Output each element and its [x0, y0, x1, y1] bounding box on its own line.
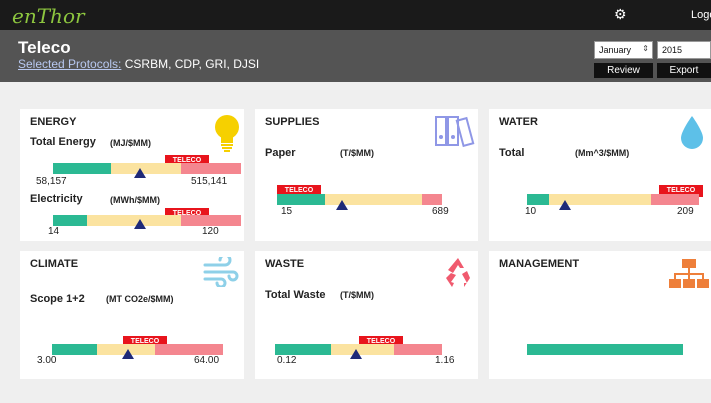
export-button[interactable]: Export: [657, 63, 711, 78]
range-min: 14: [48, 226, 60, 237]
metric-unit: (Mm^3/$MM): [575, 148, 630, 158]
month-select-value: January: [599, 45, 632, 55]
metric-label: Total Energy: [30, 136, 96, 148]
metric-unit: (MJ/$MM): [110, 138, 151, 148]
range-max: 1.16: [435, 355, 455, 366]
metric-label: Electricity: [30, 193, 83, 205]
range-min: 58,157: [36, 176, 67, 187]
range-max: 120: [202, 226, 219, 237]
waste-card[interactable]: WASTE Total Waste (T/$MM) TELECO 0.12 1.…: [255, 251, 478, 379]
gear-icon[interactable]: ⚙: [614, 6, 627, 23]
water-card[interactable]: WATER Total (Mm^3/$MM) TELECO 10 209: [489, 109, 711, 241]
climate-card[interactable]: CLIMATE Scope 1+2 (MT CO2e/$MM) TELECO 3…: [20, 251, 244, 379]
benchmark-marker: [134, 168, 146, 178]
range-min: 3.00: [37, 355, 57, 366]
range-bar: [277, 194, 442, 205]
benchmark-marker: [122, 349, 134, 359]
management-card[interactable]: MANAGEMENT: [489, 251, 711, 379]
lightbulb-icon: [215, 115, 239, 152]
range-min: 15: [281, 206, 293, 217]
range-bar: [53, 163, 241, 174]
selected-protocols: Selected Protocols: CSRBM, CDP, GRI, DJS…: [18, 57, 259, 71]
top-bar: [0, 0, 711, 30]
range-bar: [527, 194, 699, 205]
metric-label: Scope 1+2: [30, 293, 85, 305]
review-button[interactable]: Review: [594, 63, 653, 78]
benchmark-marker: [350, 349, 362, 359]
range-bar: [527, 344, 683, 355]
binders-icon: [435, 116, 475, 147]
card-title: WATER: [499, 116, 538, 128]
year-select[interactable]: 2015: [657, 41, 711, 59]
metric-label: Paper: [265, 147, 296, 159]
range-max: 209: [677, 206, 694, 217]
range-max: 64.00: [194, 355, 220, 366]
month-select[interactable]: January ⇕: [594, 41, 653, 59]
recycle-icon: [446, 258, 470, 287]
wind-icon: [203, 257, 239, 287]
card-title: ENERGY: [30, 116, 77, 128]
metric-label: Total Waste: [265, 289, 326, 301]
selected-protocols-value: CSRBM, CDP, GRI, DJSI: [124, 57, 260, 71]
org-chart-icon: [669, 259, 709, 288]
benchmark-marker: [134, 219, 146, 229]
metric-label: Total: [499, 147, 525, 159]
supplies-card[interactable]: SUPPLIES Paper (T/$MM) TELECO 15 689: [255, 109, 478, 241]
select-arrow-icon: ⇕: [642, 44, 649, 53]
range-min: 0.12: [277, 355, 297, 366]
selected-protocols-link[interactable]: Selected Protocols:: [18, 57, 121, 71]
card-title: WASTE: [265, 258, 305, 270]
metric-unit: (MT CO2e/$MM): [106, 294, 174, 304]
metric-unit: (T/$MM): [340, 290, 374, 300]
range-bar: [52, 344, 223, 355]
metric-unit: (T/$MM): [340, 148, 374, 158]
range-min: 10: [525, 206, 537, 217]
range-max: 515,141: [191, 176, 228, 187]
card-title: MANAGEMENT: [499, 258, 580, 270]
card-title: CLIMATE: [30, 258, 79, 270]
benchmark-marker: [336, 200, 348, 210]
page-title: Teleco: [18, 38, 71, 57]
logout-link[interactable]: Logout: [691, 9, 711, 21]
card-title: SUPPLIES: [265, 116, 320, 128]
energy-card[interactable]: ENERGY Total Energy (MJ/$MM) TELECO 58,1…: [20, 109, 244, 241]
range-max: 689: [432, 206, 449, 217]
year-select-value: 2015: [662, 45, 683, 55]
range-bar: [53, 215, 241, 226]
app-logo[interactable]: enThor: [12, 4, 85, 28]
water-drop-icon: [681, 116, 703, 149]
metric-unit: (MWh/$MM): [110, 195, 160, 205]
benchmark-marker: [559, 200, 571, 210]
